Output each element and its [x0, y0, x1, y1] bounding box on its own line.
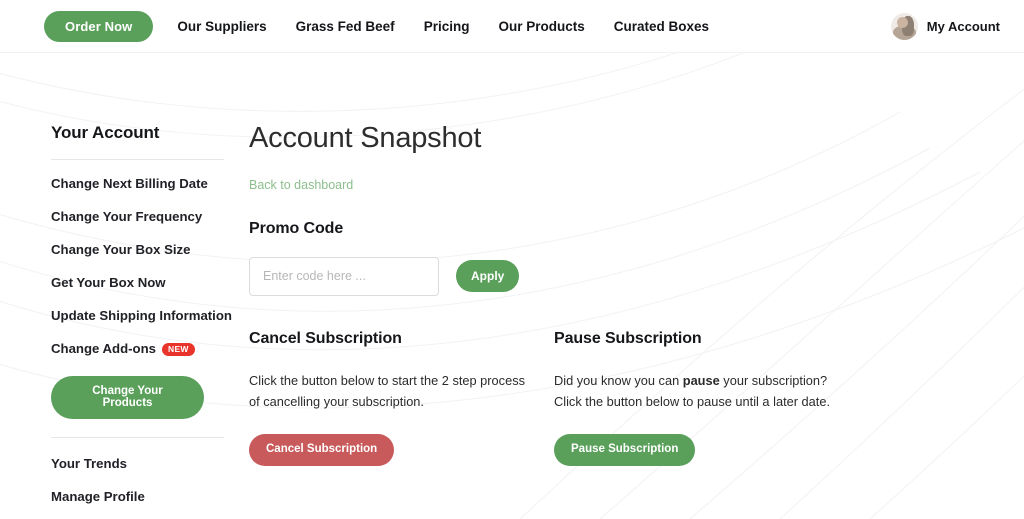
- cancel-subscription-button[interactable]: Cancel Subscription: [249, 434, 395, 466]
- new-badge: NEW: [162, 343, 195, 356]
- cancel-subscription-section: Cancel Subscription Click the button bel…: [249, 330, 554, 466]
- promo-code-input[interactable]: [249, 256, 439, 296]
- sidebar-item-change-your-box-size[interactable]: Change Your Box Size: [51, 242, 204, 257]
- order-now-button[interactable]: Order Now: [44, 10, 154, 42]
- sidebar-item-manage-profile[interactable]: Manage Profile: [51, 489, 204, 504]
- pause-description-emphasis: pause: [682, 372, 720, 388]
- nav-link-pricing[interactable]: Pricing: [424, 19, 470, 34]
- pause-subscription-section: Pause Subscription Did you know you can …: [554, 330, 859, 466]
- nav-link-grass-fed-beef[interactable]: Grass Fed Beef: [296, 19, 395, 34]
- site-header: Order Now Our Suppliers Grass Fed Beef P…: [0, 0, 1024, 53]
- page-body: Your Account Change Next Billing Date Ch…: [0, 53, 1024, 519]
- sidebar-divider-bottom: [51, 437, 224, 438]
- my-account-label: My Account: [926, 18, 1000, 34]
- nav-link-our-suppliers[interactable]: Our Suppliers: [177, 19, 266, 34]
- subscription-actions-row: Cancel Subscription Click the button bel…: [249, 330, 984, 466]
- nav-link-our-products[interactable]: Our Products: [498, 19, 584, 34]
- cancel-subscription-description: Click the button below to start the 2 st…: [249, 372, 525, 409]
- sidebar-item-change-next-billing-date[interactable]: Change Next Billing Date: [51, 176, 208, 191]
- back-to-dashboard-link[interactable]: Back to dashboard: [249, 178, 353, 192]
- change-your-products-button[interactable]: Change Your Products: [51, 376, 204, 419]
- apply-promo-button[interactable]: Apply: [456, 260, 520, 293]
- pause-description-part-1: Did you know you can: [554, 372, 683, 388]
- promo-code-section: Promo Code Apply: [249, 220, 984, 296]
- cancel-subscription-title: Cancel Subscription: [249, 329, 402, 347]
- sidebar-item-get-your-box-now[interactable]: Get Your Box Now: [51, 275, 204, 290]
- promo-code-row: Apply: [249, 256, 984, 296]
- account-sidebar: Your Account Change Next Billing Date Ch…: [0, 123, 232, 519]
- nav-link-curated-boxes[interactable]: Curated Boxes: [614, 19, 709, 34]
- sidebar-item-change-your-frequency[interactable]: Change Your Frequency: [51, 209, 204, 224]
- sidebar-title: Your Account: [51, 123, 160, 142]
- pause-subscription-button[interactable]: Pause Subscription: [554, 434, 696, 466]
- promo-code-title: Promo Code: [249, 219, 344, 237]
- sidebar-item-change-add-ons[interactable]: Change Add-ons NEW: [51, 341, 204, 356]
- page-title: Account Snapshot: [249, 122, 482, 154]
- sidebar-divider-top: [51, 159, 224, 160]
- pause-subscription-title: Pause Subscription: [554, 329, 702, 347]
- pause-subscription-description: Did you know you can pause your subscrip…: [554, 370, 844, 412]
- main-content: Account Snapshot Back to dashboard Promo…: [204, 122, 1024, 519]
- my-account-button[interactable]: My Account: [890, 12, 1000, 40]
- avatar: [890, 12, 918, 40]
- sidebar-item-update-shipping-information[interactable]: Update Shipping Information: [51, 308, 232, 323]
- sidebar-item-your-trends[interactable]: Your Trends: [51, 456, 204, 471]
- main-navigation: Our Suppliers Grass Fed Beef Pricing Our…: [177, 19, 709, 34]
- sidebar-item-change-add-ons-label: Change Add-ons: [51, 341, 157, 356]
